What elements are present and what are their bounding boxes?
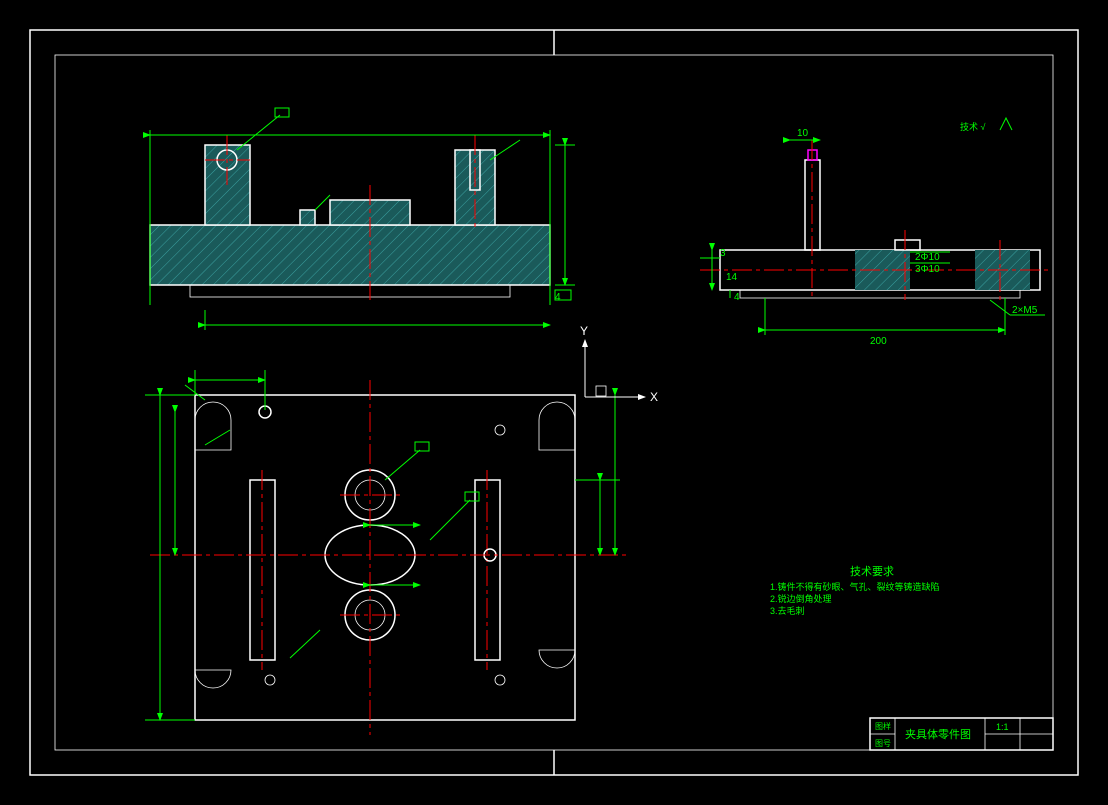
front-view: 4 bbox=[150, 108, 575, 330]
plate-outline bbox=[195, 395, 575, 720]
note-1: 1.铸件不得有砂眼、气孔、裂纹等铸造缺陷 bbox=[770, 581, 940, 592]
svg-text:4: 4 bbox=[555, 292, 561, 303]
drawing-title: 夹具体零件图 bbox=[905, 727, 971, 741]
dim-side-top: 10 bbox=[797, 128, 809, 139]
note-2: 2.锐边倒角处理 bbox=[770, 593, 832, 604]
svg-text:图号: 图号 bbox=[875, 739, 891, 748]
dim-thread: 2×M5 bbox=[1012, 305, 1038, 316]
top-view bbox=[145, 370, 630, 735]
ucs-marker: X Y bbox=[580, 324, 658, 404]
svg-text:14: 14 bbox=[726, 272, 738, 283]
surface-finish: 技术 √ bbox=[960, 118, 1012, 132]
svg-text:3: 3 bbox=[720, 248, 726, 259]
svg-text:技术 √: 技术 √ bbox=[960, 121, 986, 132]
notes-heading: 技术要求 bbox=[850, 565, 894, 578]
svg-text:3Φ10: 3Φ10 bbox=[915, 264, 940, 275]
drawing-scale: 1:1 bbox=[996, 722, 1009, 732]
note-3: 3.去毛刺 bbox=[770, 605, 805, 616]
technical-notes: 技术要求 1.铸件不得有砂眼、气孔、裂纹等铸造缺陷 2.锐边倒角处理 3.去毛刺 bbox=[770, 565, 940, 616]
title-block: 图样 图号 夹具体零件图 1:1 bbox=[870, 718, 1053, 750]
svg-text:图样: 图样 bbox=[875, 721, 891, 731]
axis-x-label: X bbox=[650, 390, 658, 404]
dim-side-width: 200 bbox=[870, 336, 887, 347]
side-view: 10 200 3 14 4 2×M5 2Φ10 3Φ10 bbox=[700, 128, 1050, 347]
svg-text:2Φ10: 2Φ10 bbox=[915, 252, 940, 263]
axis-y-label: Y bbox=[580, 324, 588, 338]
svg-text:4: 4 bbox=[734, 292, 740, 303]
drawing-canvas: 4 X Y 10 200 3 14 4 2×M5 2Φ10 3Φ10 技术 √ … bbox=[0, 0, 1108, 805]
